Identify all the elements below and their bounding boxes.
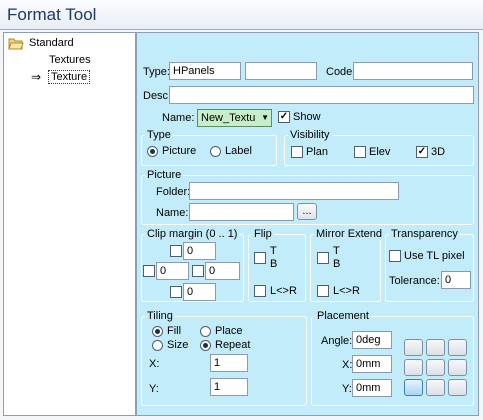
picture-name-input[interactable]: [189, 203, 294, 221]
tiling-group-title: Tiling: [145, 310, 175, 322]
place-radio[interactable]: [200, 326, 211, 337]
3d-label: 3D: [431, 146, 446, 158]
anchor-middle-left-button[interactable]: [404, 359, 423, 376]
show-checkbox[interactable]: ✓: [278, 111, 290, 123]
desc-input[interactable]: [169, 86, 474, 104]
anchor-bottom-left-button[interactable]: [404, 379, 423, 396]
mirror-b-label: B: [333, 258, 341, 270]
tree-item-textures[interactable]: Textures: [49, 54, 91, 66]
fill-label: Fill: [167, 325, 182, 337]
name-select[interactable]: New_Textu ▼: [197, 109, 272, 127]
mirror-extend-group-title: Mirror Extend: [314, 228, 385, 240]
name-select-value: New_Textu: [201, 112, 256, 124]
chevron-down-icon: ▼: [261, 113, 269, 122]
clip-left-input[interactable]: 0: [156, 262, 189, 280]
size-radio[interactable]: [152, 340, 163, 351]
desc-label: Desc:: [143, 90, 172, 102]
tiling-y-input[interactable]: 1: [210, 378, 248, 396]
clip-bottom-input[interactable]: 0: [183, 283, 216, 301]
placement-group-title: Placement: [315, 310, 371, 322]
picture-name-label: Name:: [156, 207, 189, 219]
type-extra-input[interactable]: [245, 62, 317, 80]
tree-root-label: Standard: [29, 37, 74, 49]
transparency-group-title: Transparency: [389, 228, 460, 240]
tiling-x-label: X:: [149, 358, 160, 370]
visibility-group-title: Visibility: [288, 129, 332, 141]
type-label: Type:: [143, 66, 170, 78]
tree-item-texture[interactable]: Texture: [48, 70, 91, 84]
anchor-bottom-right-button[interactable]: [448, 379, 467, 396]
3d-checkbox[interactable]: ✓: [416, 146, 428, 158]
tiling-y-label: Y:: [149, 383, 159, 395]
picture-group-title: Picture: [145, 169, 184, 181]
window-title: Format Tool: [0, 0, 483, 30]
anchor-bottom-center-button[interactable]: [426, 379, 445, 396]
mirror-lr-label: L<>R: [333, 285, 360, 297]
label-radio-label: Label: [225, 145, 252, 157]
placement-x-input[interactable]: 0mm: [352, 355, 392, 373]
repeat-radio[interactable]: [200, 340, 211, 351]
type-input[interactable]: HPanels: [169, 62, 241, 80]
clip-margin-group-title: Clip margin (0 .. 1): [145, 228, 240, 240]
picture-radio[interactable]: [147, 146, 158, 157]
clip-right-checkbox[interactable]: [192, 265, 204, 277]
anchor-top-center-button[interactable]: [426, 339, 445, 356]
clip-bottom-checkbox[interactable]: [170, 286, 182, 298]
anchor-middle-center-button[interactable]: [426, 359, 445, 376]
anchor-middle-right-button[interactable]: [448, 359, 467, 376]
size-label: Size: [167, 339, 189, 351]
type-group-title: Type: [145, 129, 173, 141]
name-label: Name:: [162, 112, 195, 124]
folder-open-icon: [8, 38, 24, 50]
flip-lr-checkbox[interactable]: [254, 285, 266, 297]
properties-panel: Type: HPanels Code: Desc: Name: New_Text…: [136, 32, 479, 416]
picture-radio-label: Picture: [162, 145, 197, 157]
use-tl-pixel-label: Use TL pixel: [404, 250, 465, 262]
folder-label: Folder:: [156, 186, 191, 198]
flip-b-label: B: [270, 258, 278, 270]
texture-tree[interactable]: Standard Textures ⇒ Texture: [3, 32, 136, 416]
place-label: Place: [215, 325, 243, 337]
angle-input[interactable]: 0deg: [352, 331, 392, 349]
plan-label: Plan: [306, 146, 329, 158]
fill-radio[interactable]: [152, 326, 163, 337]
anchor-top-left-button[interactable]: [404, 339, 423, 356]
tolerance-input[interactable]: 0: [441, 271, 471, 289]
elev-checkbox[interactable]: [354, 146, 366, 158]
mirror-t-label: T: [333, 245, 340, 257]
clip-left-checkbox[interactable]: [143, 265, 155, 277]
flip-tb-checkbox[interactable]: [254, 252, 266, 264]
angle-label: Angle:: [321, 335, 353, 347]
flip-lr-label: L<>R: [270, 285, 297, 297]
browse-button[interactable]: ...: [297, 203, 317, 220]
placement-x-label: X:: [342, 359, 353, 371]
flip-group-title: Flip: [252, 228, 274, 240]
tolerance-label: Tolerance:: [389, 275, 440, 287]
clip-right-input[interactable]: 0: [205, 262, 240, 280]
mirror-lr-checkbox[interactable]: [317, 285, 329, 297]
placement-y-input[interactable]: 0mm: [352, 379, 392, 397]
label-radio[interactable]: [210, 146, 221, 157]
code-input[interactable]: [353, 62, 473, 80]
folder-input[interactable]: [189, 182, 399, 200]
clip-top-input[interactable]: 0: [183, 242, 216, 260]
flip-t-label: T: [270, 245, 277, 257]
tiling-x-input[interactable]: 1: [210, 354, 248, 372]
plan-checkbox[interactable]: [291, 146, 303, 158]
show-label: Show: [293, 111, 321, 123]
clip-top-checkbox[interactable]: [170, 245, 182, 257]
elev-label: Elev: [369, 146, 391, 158]
use-tl-pixel-checkbox[interactable]: [389, 250, 401, 262]
code-label: Code:: [326, 66, 356, 78]
placement-y-label: Y:: [342, 383, 352, 395]
arrow-right-icon: ⇒: [31, 70, 42, 84]
mirror-tb-checkbox[interactable]: [317, 252, 329, 264]
repeat-label: Repeat: [215, 339, 251, 351]
anchor-top-right-button[interactable]: [448, 339, 467, 356]
transparency-group: [385, 234, 474, 302]
